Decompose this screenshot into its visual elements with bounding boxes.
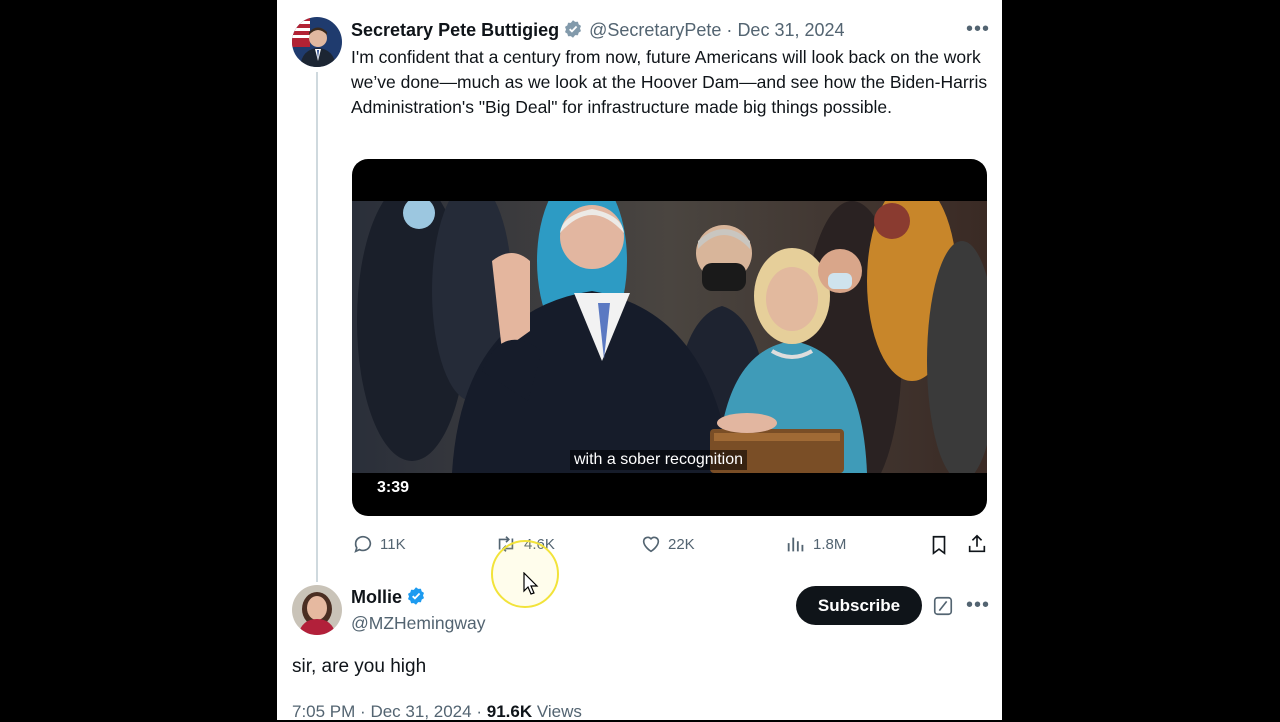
reply-header: Mollie @MZHemingway — [351, 586, 485, 634]
video-thumbnail — [352, 201, 987, 473]
avatar[interactable] — [292, 585, 342, 635]
views-label: Views — [536, 702, 582, 721]
like-button[interactable]: 22K — [640, 533, 695, 555]
separator: · — [726, 20, 733, 40]
more-horizontal-icon[interactable]: ••• — [966, 18, 990, 41]
mouse-cursor-icon — [523, 571, 539, 601]
like-count: 22K — [668, 535, 695, 553]
verified-badge-icon — [563, 19, 583, 44]
post-date[interactable]: Dec 31, 2024 — [370, 702, 471, 721]
reply-button[interactable]: 11K — [352, 533, 406, 555]
bookmark-icon[interactable] — [928, 534, 950, 561]
video-caption: with a sober recognition — [570, 450, 747, 470]
avatar[interactable] — [292, 17, 342, 67]
heart-icon — [640, 533, 662, 555]
post-time[interactable]: 7:05 PM — [292, 702, 355, 721]
thread-line — [316, 72, 318, 582]
reply-count: 11K — [380, 535, 406, 553]
share-icon[interactable] — [966, 533, 988, 560]
author-handle[interactable]: @MZHemingway — [351, 613, 485, 634]
reply-icon — [352, 533, 374, 555]
author-name[interactable]: Secretary Pete Buttigieg — [351, 20, 559, 40]
views-button[interactable]: 1.8M — [785, 533, 846, 555]
author-name[interactable]: Mollie — [351, 587, 402, 607]
more-horizontal-icon[interactable]: ••• — [966, 594, 990, 617]
grok-icon[interactable] — [932, 595, 954, 622]
tweet-date[interactable]: Dec 31, 2024 — [737, 20, 844, 40]
verified-badge-icon — [406, 586, 426, 611]
view-count: 1.8M — [813, 535, 847, 553]
subscribe-button[interactable]: Subscribe — [796, 586, 922, 625]
analytics-icon — [785, 533, 807, 555]
author-handle[interactable]: @SecretaryPete — [589, 20, 721, 40]
video-duration: 3:39 — [377, 479, 410, 496]
tweet-header: Secretary Pete Buttigieg @SecretaryPete … — [351, 19, 845, 44]
tweet-meta: 7:05 PM · Dec 31, 2024 · 91.6K Views — [292, 702, 582, 722]
reply-text: sir, are you high — [292, 656, 427, 677]
views-count: 91.6K — [486, 702, 533, 721]
tweet-text: I'm confident that a century from now, f… — [351, 47, 988, 117]
separator: · — [476, 702, 482, 721]
separator: · — [360, 702, 366, 721]
